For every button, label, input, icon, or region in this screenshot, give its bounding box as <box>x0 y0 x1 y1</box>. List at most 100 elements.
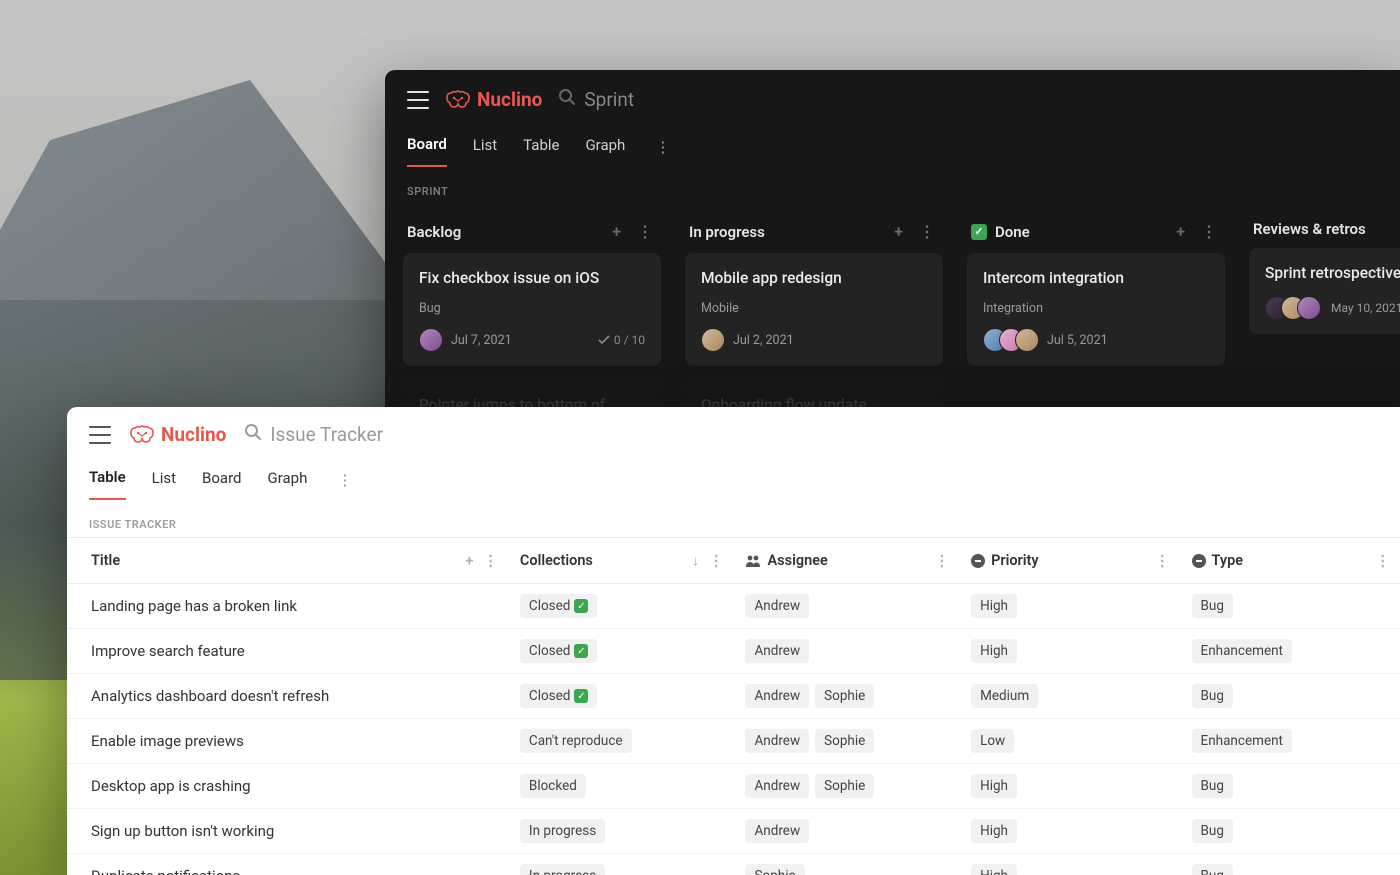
tab-table[interactable]: Table <box>523 128 559 166</box>
board-card[interactable]: Intercom integration Integration Jul 5, … <box>967 253 1225 366</box>
board-card[interactable]: Mobile app redesign Mobile Jul 2, 2021 <box>685 253 943 366</box>
table-row[interactable]: Sign up button isn't workingIn progressA… <box>67 809 1400 854</box>
issue-tracker-window: Nuclino Issue Tracker Table List Board G… <box>67 407 1400 875</box>
column-menu-icon[interactable]: ⋮ <box>915 220 939 243</box>
menu-icon[interactable] <box>89 426 111 444</box>
cell-priority: Medium <box>959 674 1179 719</box>
board-card[interactable]: Sprint retrospective May 10, 2021 <box>1249 248 1400 334</box>
card-date: May 10, 2021 <box>1331 301 1400 315</box>
add-card-icon[interactable]: + <box>1172 220 1189 243</box>
tab-board[interactable]: Board <box>202 461 241 499</box>
table-row[interactable]: Landing page has a broken linkClosed✓And… <box>67 584 1400 629</box>
chip[interactable]: Bug <box>1192 684 1233 708</box>
column-header-title[interactable]: Title + ⋮ <box>67 538 508 584</box>
chip[interactable]: Closed✓ <box>520 594 598 618</box>
app-logo[interactable]: Nuclino <box>129 423 226 446</box>
search-box[interactable]: Sprint <box>558 88 634 111</box>
column-menu-icon[interactable]: ⋮ <box>1197 220 1221 243</box>
tab-graph[interactable]: Graph <box>268 461 308 499</box>
column-header-type[interactable]: Type ⋮ <box>1180 538 1400 584</box>
tab-table[interactable]: Table <box>89 460 126 500</box>
chip[interactable]: Andrew <box>745 729 809 753</box>
chip[interactable]: In progress <box>520 864 605 875</box>
menu-icon[interactable] <box>407 91 429 109</box>
brand-name: Nuclino <box>161 423 226 446</box>
cell-assignee: AndrewSophie <box>733 764 959 809</box>
column-header-assignee[interactable]: Assignee ⋮ <box>733 538 959 584</box>
tab-list[interactable]: List <box>152 461 176 499</box>
search-icon <box>558 88 576 111</box>
chip[interactable]: Andrew <box>745 684 809 708</box>
chip[interactable]: Andrew <box>745 819 809 843</box>
chip[interactable]: Andrew <box>745 639 809 663</box>
column-header-priority[interactable]: Priority ⋮ <box>959 538 1179 584</box>
add-icon[interactable]: + <box>465 552 473 569</box>
chip[interactable]: Enhancement <box>1192 639 1292 663</box>
card-title: Intercom integration <box>983 269 1209 287</box>
add-card-icon[interactable]: + <box>890 220 907 243</box>
chip[interactable]: In progress <box>520 819 605 843</box>
chip[interactable]: High <box>971 594 1017 618</box>
cell-assignee: AndrewSophie <box>733 719 959 764</box>
chip[interactable]: Blocked <box>520 774 586 798</box>
chip[interactable]: High <box>971 774 1017 798</box>
view-tabs: Board List Table Graph ⋮ <box>385 121 1400 167</box>
chip[interactable]: Andrew <box>745 594 809 618</box>
table-row[interactable]: Analytics dashboard doesn't refreshClose… <box>67 674 1400 719</box>
column-menu-icon[interactable]: ⋮ <box>1376 552 1391 569</box>
avatar <box>701 328 725 352</box>
table-row[interactable]: Improve search featureClosed✓AndrewHighE… <box>67 629 1400 674</box>
column-header-collections[interactable]: Collections ↓ ⋮ <box>508 538 734 584</box>
chip[interactable]: Closed✓ <box>520 639 598 663</box>
card-tag: Bug <box>419 301 645 316</box>
tab-board[interactable]: Board <box>407 127 447 167</box>
brain-icon <box>129 425 155 445</box>
search-box[interactable]: Issue Tracker <box>244 423 383 446</box>
cell-priority: High <box>959 584 1179 629</box>
search-text: Sprint <box>584 88 634 111</box>
cell-type: Enhancement <box>1180 629 1400 674</box>
chip[interactable]: High <box>971 819 1017 843</box>
more-icon[interactable]: ⋮ <box>651 138 674 156</box>
table-row[interactable]: Enable image previews Can't reproduce Andr… <box>67 719 1400 764</box>
section-label: ISSUE TRACKER <box>67 500 1400 537</box>
column-menu-icon[interactable]: ⋮ <box>1155 552 1170 569</box>
column-menu-icon[interactable]: ⋮ <box>483 552 498 569</box>
tab-graph[interactable]: Graph <box>585 128 625 166</box>
board-card[interactable]: Fix checkbox issue on iOS Bug Jul 7, 202… <box>403 253 661 366</box>
chip[interactable]: Sophie <box>815 774 874 798</box>
column-menu-icon[interactable]: ⋮ <box>935 552 950 569</box>
column-menu-icon[interactable]: ⋮ <box>633 220 657 243</box>
more-icon[interactable]: ⋮ <box>333 471 356 489</box>
cell-title: Enable image previews <box>67 719 508 764</box>
chip[interactable]: Bug <box>1192 594 1233 618</box>
card-date: Jul 2, 2021 <box>733 333 794 348</box>
avatar-stack <box>1265 296 1321 320</box>
chip[interactable]: Sophie <box>815 684 874 708</box>
sort-down-icon[interactable]: ↓ <box>692 552 699 569</box>
cell-collections: Blocked <box>508 764 734 809</box>
chip[interactable]: Medium <box>971 684 1038 708</box>
cell-priority: High <box>959 854 1179 875</box>
chip[interactable]: Low <box>971 729 1014 753</box>
table-row[interactable]: Desktop app is crashingBlockedAndrewSoph… <box>67 764 1400 809</box>
add-card-icon[interactable]: + <box>608 220 625 243</box>
chip[interactable]: Enhancement <box>1192 729 1292 753</box>
select-icon <box>971 554 985 568</box>
tab-list[interactable]: List <box>473 128 497 166</box>
chip[interactable]: High <box>971 639 1017 663</box>
chip[interactable]: Andrew <box>745 774 809 798</box>
chip[interactable]: Sophie <box>745 864 804 875</box>
section-label: SPRINT <box>385 167 1400 206</box>
app-logo[interactable]: Nuclino <box>445 88 542 111</box>
chip[interactable]: Bug <box>1192 819 1233 843</box>
chip[interactable]: Sophie <box>815 729 874 753</box>
table-row[interactable]: Duplicate notificationsIn progressSophie… <box>67 854 1400 875</box>
chip[interactable]: High <box>971 864 1017 875</box>
chip[interactable]: Closed✓ <box>520 684 598 708</box>
column-menu-icon[interactable]: ⋮ <box>709 552 724 569</box>
chip[interactable]: Can't reproduce <box>520 729 632 753</box>
card-progress: 0 / 10 <box>598 333 645 347</box>
chip[interactable]: Bug <box>1192 774 1233 798</box>
chip[interactable]: Bug <box>1192 864 1233 875</box>
